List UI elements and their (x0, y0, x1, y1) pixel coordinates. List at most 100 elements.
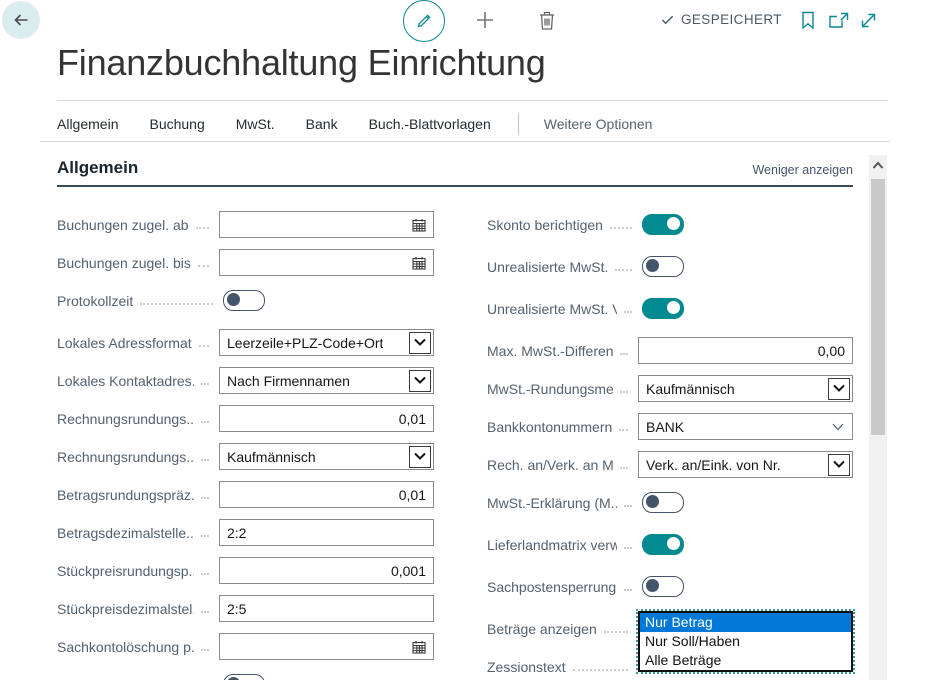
field-label: Stückpreisdezimalstel... (57, 601, 194, 617)
scrollbar-thumb[interactable] (871, 179, 885, 435)
field-row-stueckpreisdezimalstellen: Stückpreisdezimalstel... 2:5 (57, 595, 434, 622)
tab-buchung[interactable]: Buchung (149, 116, 204, 132)
field-row-rech-an-verk-an: Rech. an/Verk. an M... Verk. an/Eink. vo… (487, 451, 853, 478)
save-status-label: GESPEICHERT (681, 12, 782, 27)
field-label: Lokales Kontaktadres... (57, 373, 194, 389)
field-row-rechnungsrundungsmethode: Rechnungsrundungs... Kaufmännisch (57, 443, 434, 470)
dotted-leader (198, 264, 209, 267)
chevron-down-icon[interactable] (828, 454, 850, 476)
back-arrow-icon (11, 10, 31, 30)
field-label: Betragsrundungspräz... (57, 487, 194, 503)
date-input-sachkontoloeschung[interactable] (219, 633, 434, 660)
field-label: Sachkontolöschung p... (57, 639, 194, 655)
field-row-mwst-erklaerung: MwSt.-Erklärung (M... (487, 489, 853, 516)
delete-button[interactable] (536, 8, 558, 32)
tab-mwst[interactable]: MwSt. (236, 116, 275, 132)
calendar-icon[interactable] (412, 218, 426, 232)
number-input-max-mwst-differenz[interactable]: 0,00 (638, 337, 853, 364)
date-input-buchungen-zugel-ab[interactable] (219, 211, 434, 238)
title-divider (57, 100, 888, 101)
scrollbar[interactable] (869, 155, 887, 680)
fields-column-right: Skonto berichtigen Unrealisierte MwSt. U… (487, 211, 853, 680)
field-row-bankkontonummern: Bankkontonummern BANK (487, 413, 853, 440)
toggle-protokollzeit[interactable] (223, 290, 265, 311)
add-button[interactable] (473, 8, 497, 32)
number-input-betragsrundung[interactable]: 0,01 (219, 481, 434, 508)
field-label: Unrealisierte MwSt. V... (487, 301, 617, 317)
dropdown-option[interactable]: Alle Beträge (640, 651, 851, 670)
field-row-unrealisierte-mwst-v: Unrealisierte MwSt. V... (487, 295, 853, 322)
field-label: Buchungen zugel. ab (57, 217, 189, 233)
dotted-leader (620, 466, 628, 469)
field-label: Rech. an/Verk. an M... (487, 457, 613, 473)
open-in-new-window-button[interactable] (828, 12, 849, 29)
number-input-stueckpreisrundung[interactable]: 0,001 (219, 557, 434, 584)
check-icon (660, 12, 675, 27)
number-input-rechnungsrundung[interactable]: 0,01 (219, 405, 434, 432)
combobox-mwst-rundungsmethode[interactable]: Kaufmännisch (638, 375, 853, 402)
toggle-knob (646, 579, 659, 592)
edit-button[interactable] (403, 0, 445, 42)
date-input-buchungen-zugel-bis[interactable] (219, 249, 434, 276)
more-options-button[interactable]: Weitere Optionen (544, 116, 653, 132)
field-label: MwSt.-Erklärung (M... (487, 495, 617, 511)
show-less-link[interactable]: Weniger anzeigen (752, 163, 853, 178)
field-label: Buchungen zugel. bis (57, 255, 191, 271)
section-title[interactable]: Allgemein (57, 158, 138, 178)
chevron-down-icon[interactable] (409, 446, 431, 468)
dotted-leader (140, 302, 213, 305)
dotted-leader (624, 546, 632, 549)
chevron-down-icon[interactable] (832, 423, 844, 431)
back-button[interactable] (2, 1, 40, 39)
scroll-up-icon[interactable] (872, 161, 884, 170)
field-label: Protokollzeit (57, 293, 133, 309)
combobox-lokales-kontaktadressformat[interactable]: Nach Firmennamen (219, 367, 434, 394)
field-row-unrealisierte-mwst: Unrealisierte MwSt. (487, 253, 853, 280)
fields-column-left: Buchungen zugel. ab Buchungen zugel. bis… (57, 211, 434, 680)
dotted-leader (573, 668, 628, 671)
toggle-skonto-berichtigen[interactable] (642, 214, 684, 235)
field-row-stueckpreisrundung: Stückpreisrundungsp... 0,001 (57, 557, 434, 584)
toggle-lieferlandmatrix[interactable] (642, 534, 684, 555)
combobox-rechnungsrundungsmethode[interactable]: Kaufmännisch (219, 443, 434, 470)
combobox-lokales-adressformat[interactable]: Leerzeile+PLZ-Code+Ort (219, 329, 434, 356)
dropdown-listbox-betraege-anzeigen[interactable]: Nur Betrag Nur Soll/Haben Alle Beträge (638, 611, 853, 672)
toggle-sachpostensperrung[interactable] (642, 576, 684, 597)
field-label: Unrealisierte MwSt. (487, 259, 608, 275)
chevron-down-icon[interactable] (409, 332, 431, 354)
field-row-betragsrundungspraezision: Betragsrundungspräz... 0,01 (57, 481, 434, 508)
text-input-stueckpreisdezimalstellen[interactable]: 2:5 (219, 595, 434, 622)
text-input-betragsdezimalstellen[interactable]: 2:2 (219, 519, 434, 546)
toggle-unrealisierte-mwst[interactable] (642, 256, 684, 277)
calendar-icon[interactable] (412, 640, 426, 654)
tab-allgemein[interactable]: Allgemein (57, 116, 118, 132)
combobox-rech-an-verk-an[interactable]: Verk. an/Eink. von Nr. (638, 451, 853, 478)
dropdown-option-selected[interactable]: Nur Betrag (640, 613, 851, 632)
field-row-protokollzeit: Protokollzeit (57, 287, 434, 314)
toggle-mwst-erklaerung[interactable] (642, 492, 684, 513)
toggle-knob (227, 293, 240, 306)
field-row-lokales-kontaktadressformat: Lokales Kontaktadres... Nach Firmennamen (57, 367, 434, 394)
dotted-leader (201, 648, 209, 651)
dotted-leader (201, 382, 209, 385)
field-row-sachpostensperrung: Sachpostensperrung ... (487, 573, 853, 600)
tab-bank[interactable]: Bank (306, 116, 338, 132)
chevron-down-icon[interactable] (828, 378, 850, 400)
chevron-down-icon[interactable] (409, 370, 431, 392)
pencil-icon (414, 11, 434, 31)
tab-bar: Allgemein Buchung MwSt. Bank Buch.-Blatt… (40, 107, 890, 142)
tab-buchblattvorlagen[interactable]: Buch.-Blattvorlagen (369, 116, 491, 132)
expand-button[interactable] (859, 11, 878, 30)
calendar-icon[interactable] (412, 256, 426, 270)
field-row-lokales-adressformat: Lokales Adressformat Leerzeile+PLZ-Code+… (57, 329, 434, 356)
field-label: MwSt.-Rundungsmet... (487, 381, 613, 397)
plus-icon (473, 8, 497, 32)
bookmark-button[interactable] (799, 10, 817, 30)
toggle-knob (646, 259, 659, 272)
field-row-betraege-anzeigen: Beträge anzeigen Nur Betrag Nur Soll/Hab… (487, 615, 853, 642)
dropdown-option[interactable]: Nur Soll/Haben (640, 632, 851, 651)
lookup-input-bankkontonummern[interactable]: BANK (638, 413, 853, 440)
field-label: Rechnungsrundungs... (57, 411, 194, 427)
toggle-sachkontoverwendung[interactable] (223, 674, 265, 680)
toggle-unrealisierte-mwst-v[interactable] (642, 298, 684, 319)
